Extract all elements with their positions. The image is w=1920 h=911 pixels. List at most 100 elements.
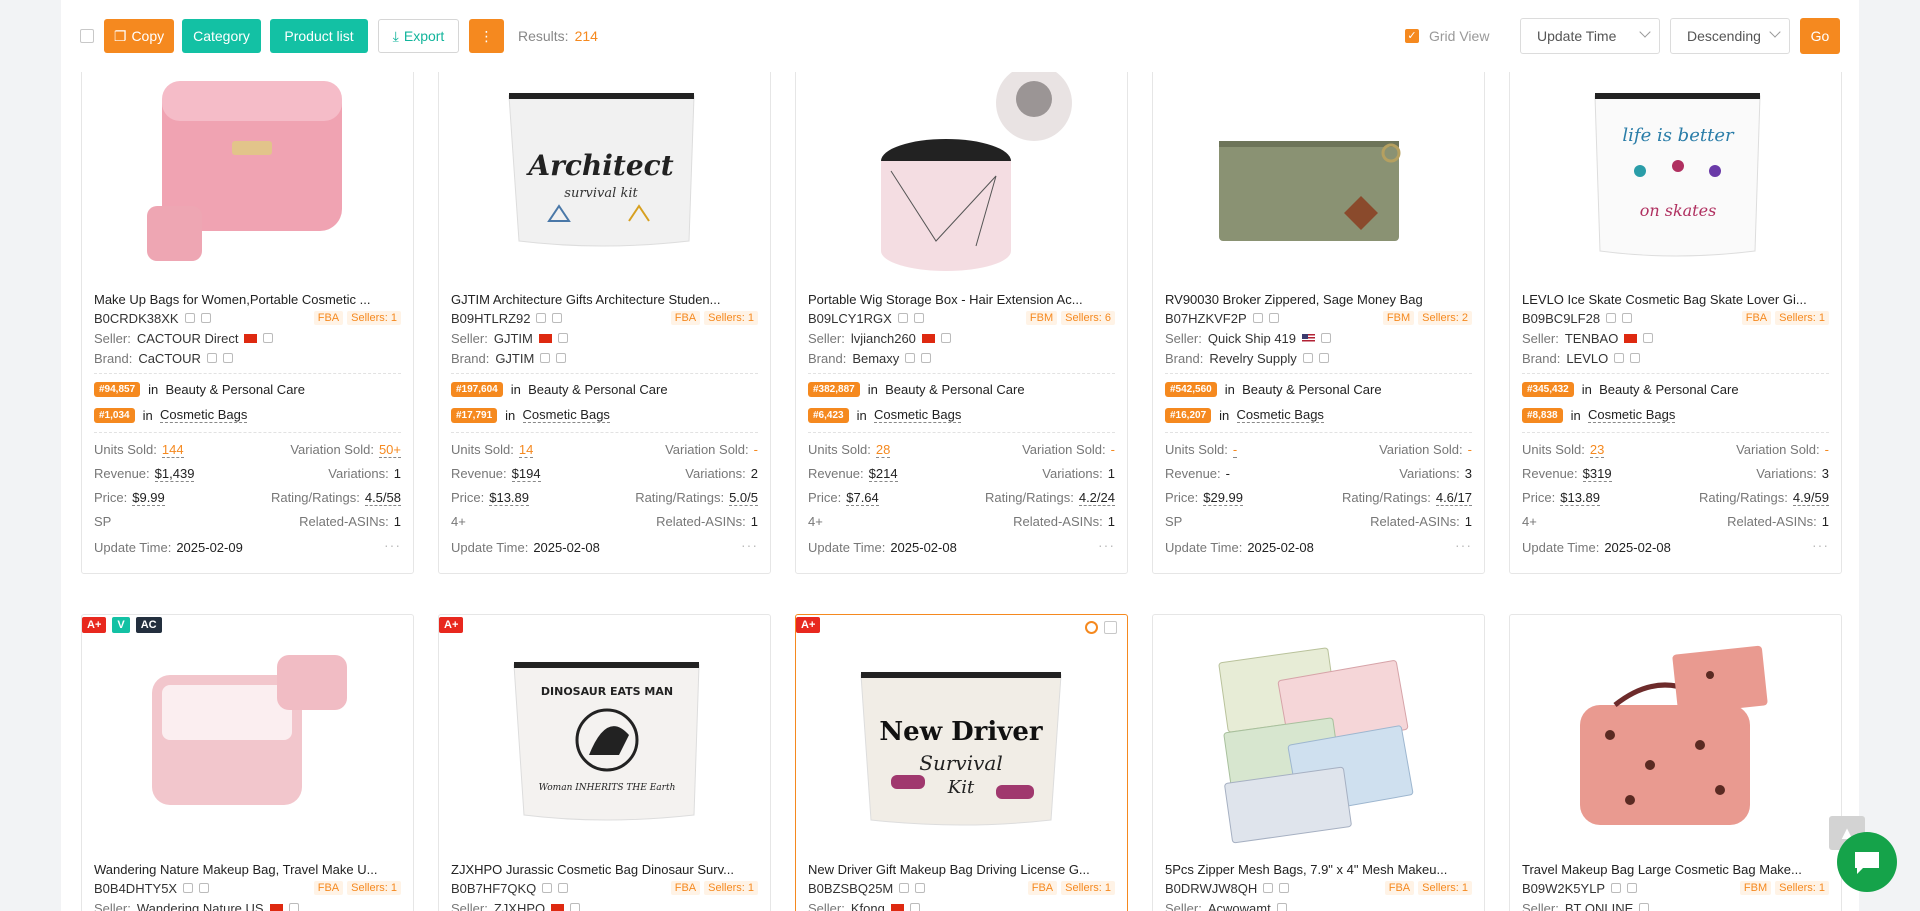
external-link-icon[interactable] bbox=[557, 333, 568, 343]
product-title[interactable]: 5Pcs Zipper Mesh Bags, 7.9" x 4" Mesh Ma… bbox=[1165, 862, 1475, 877]
asin-text[interactable]: B07HZKVF2P bbox=[1165, 311, 1247, 326]
external-link-icon[interactable] bbox=[1318, 353, 1329, 363]
product-title[interactable]: Wandering Nature Makeup Bag, Travel Make… bbox=[94, 862, 404, 877]
external-link-icon[interactable] bbox=[200, 313, 211, 323]
asin-text[interactable]: B09LCY1RGX bbox=[808, 311, 892, 326]
external-link-icon[interactable] bbox=[915, 883, 926, 893]
product-title[interactable]: GJTIM Architecture Gifts Architecture St… bbox=[451, 292, 761, 307]
seller-name[interactable]: lvjianch260 bbox=[851, 331, 916, 346]
product-title[interactable]: ZJXHPO Jurassic Cosmetic Bag Dinosaur Su… bbox=[451, 862, 761, 877]
product-title[interactable]: Portable Wig Storage Box - Hair Extensio… bbox=[808, 292, 1118, 307]
brand-name[interactable]: LEVLO bbox=[1566, 351, 1608, 366]
asin-text[interactable]: B0BZSBQ25M bbox=[808, 881, 893, 896]
category-link[interactable]: Cosmetic Bags bbox=[522, 407, 610, 423]
copy-icon[interactable] bbox=[897, 313, 908, 323]
seller-name[interactable]: CACTOUR Direct bbox=[137, 331, 239, 346]
product-title[interactable]: Make Up Bags for Women,Portable Cosmetic… bbox=[94, 292, 404, 307]
asin-text[interactable]: B09HTLRZ92 bbox=[451, 311, 530, 326]
product-card[interactable]: 5Pcs Zipper Mesh Bags, 7.9" x 4" Mesh Ma… bbox=[1152, 614, 1485, 911]
seller-name[interactable]: ZJXHPO bbox=[494, 901, 545, 911]
external-link-icon[interactable] bbox=[1627, 883, 1638, 893]
product-card[interactable]: A+ DINOSAUR EATS MAN Woman INHERITS THE … bbox=[438, 614, 771, 911]
external-link-icon[interactable] bbox=[1639, 903, 1650, 911]
copy-icon[interactable] bbox=[1302, 353, 1313, 363]
asin-text[interactable]: B0DRWJW8QH bbox=[1165, 881, 1257, 896]
brand-name[interactable]: Revelry Supply bbox=[1209, 351, 1296, 366]
more-dots-icon[interactable]: ··· bbox=[1812, 537, 1829, 553]
external-link-icon[interactable] bbox=[1276, 903, 1287, 911]
chat-button[interactable] bbox=[1837, 832, 1897, 892]
copy-icon[interactable] bbox=[536, 313, 547, 323]
copy-icon[interactable] bbox=[1611, 883, 1622, 893]
product-title[interactable]: RV90030 Broker Zippered, Sage Money Bag bbox=[1165, 292, 1475, 307]
seller-name[interactable]: GJTIM bbox=[494, 331, 533, 346]
product-title[interactable]: LEVLO Ice Skate Cosmetic Bag Skate Lover… bbox=[1522, 292, 1832, 307]
more-dots-icon[interactable]: ··· bbox=[1098, 537, 1115, 553]
external-link-icon[interactable] bbox=[913, 313, 924, 323]
asin-text[interactable]: B0CRDK38XK bbox=[94, 311, 179, 326]
category-button[interactable]: Category bbox=[182, 19, 261, 53]
external-link-icon[interactable] bbox=[199, 883, 210, 893]
external-link-icon[interactable] bbox=[556, 353, 567, 363]
seller-name[interactable]: Wandering Nature US bbox=[137, 901, 264, 911]
external-link-icon[interactable] bbox=[1643, 333, 1654, 343]
copy-icon[interactable] bbox=[1263, 883, 1274, 893]
brand-name[interactable]: GJTIM bbox=[495, 351, 534, 366]
external-link-icon[interactable] bbox=[558, 883, 569, 893]
export-button[interactable]: ⤓ Export bbox=[378, 19, 459, 53]
product-card[interactable]: life is better on skates LEVLO Ice Skate… bbox=[1509, 30, 1842, 574]
external-link-icon[interactable] bbox=[1622, 313, 1633, 323]
external-link-icon[interactable] bbox=[263, 333, 274, 343]
external-link-icon[interactable] bbox=[1279, 883, 1290, 893]
product-card[interactable]: Portable Wig Storage Box - Hair Extensio… bbox=[795, 30, 1128, 574]
seller-name[interactable]: Acwowamt bbox=[1208, 901, 1271, 911]
external-link-icon[interactable] bbox=[552, 313, 563, 323]
copy-icon[interactable] bbox=[1252, 313, 1263, 323]
more-menu-button[interactable]: ⋮ bbox=[469, 19, 504, 53]
select-all-checkbox[interactable] bbox=[80, 29, 94, 43]
copy-icon[interactable] bbox=[542, 883, 553, 893]
external-link-icon[interactable] bbox=[222, 353, 233, 363]
go-button[interactable]: Go bbox=[1800, 18, 1840, 54]
external-link-icon[interactable] bbox=[1321, 333, 1332, 343]
asin-text[interactable]: B0B4DHTY5X bbox=[94, 881, 177, 896]
seller-name[interactable]: Quick Ship 419 bbox=[1208, 331, 1296, 346]
more-dots-icon[interactable]: ··· bbox=[741, 537, 758, 553]
copy-icon[interactable] bbox=[905, 353, 916, 363]
external-link-icon[interactable] bbox=[909, 903, 920, 911]
category-link[interactable]: Cosmetic Bags bbox=[159, 407, 248, 423]
more-dots-icon[interactable]: ··· bbox=[384, 537, 401, 553]
sort-order-select[interactable]: Descending bbox=[1670, 18, 1790, 54]
asin-text[interactable]: B0B7HF7QKQ bbox=[451, 881, 536, 896]
category-link[interactable]: Cosmetic Bags bbox=[1587, 407, 1676, 423]
copy-icon[interactable] bbox=[1614, 353, 1625, 363]
product-title[interactable]: Travel Makeup Bag Large Cosmetic Bag Mak… bbox=[1522, 862, 1832, 877]
brand-name[interactable]: Bemaxy bbox=[852, 351, 899, 366]
product-card[interactable]: Architect survival kit GJTIM Architectur… bbox=[438, 30, 771, 574]
asin-text[interactable]: B09W2K5YLP bbox=[1522, 881, 1605, 896]
product-card[interactable]: Make Up Bags for Women,Portable Cosmetic… bbox=[81, 30, 414, 574]
external-link-icon[interactable] bbox=[940, 333, 951, 343]
category-link[interactable]: Cosmetic Bags bbox=[873, 407, 962, 423]
copy-icon[interactable] bbox=[899, 883, 910, 893]
asin-text[interactable]: B09BC9LF28 bbox=[1522, 311, 1600, 326]
product-card[interactable]: RV90030 Broker Zippered, Sage Money Bag … bbox=[1152, 30, 1485, 574]
external-link-icon[interactable] bbox=[1630, 353, 1641, 363]
seller-name[interactable]: Kfong bbox=[851, 901, 885, 911]
more-dots-icon[interactable]: ··· bbox=[1455, 537, 1472, 553]
grid-view-toggle[interactable]: ✓ Grid View bbox=[1405, 28, 1489, 44]
copy-icon[interactable] bbox=[206, 353, 217, 363]
brand-name[interactable]: CaCTOUR bbox=[138, 351, 201, 366]
external-link-icon[interactable] bbox=[570, 903, 581, 911]
external-link-icon[interactable] bbox=[921, 353, 932, 363]
product-list-button[interactable]: Product list bbox=[270, 19, 368, 53]
product-card[interactable]: Travel Makeup Bag Large Cosmetic Bag Mak… bbox=[1509, 614, 1842, 911]
product-card[interactable]: A+ V AC Wandering Nature Makeup Bag, Tra… bbox=[81, 614, 414, 911]
copy-icon[interactable] bbox=[183, 883, 194, 893]
external-link-icon[interactable] bbox=[1268, 313, 1279, 323]
seller-name[interactable]: TENBAO bbox=[1565, 331, 1618, 346]
external-link-icon[interactable] bbox=[288, 903, 299, 911]
product-card[interactable]: A+ New Driver Survival Kit New Driver Gi… bbox=[795, 614, 1128, 911]
copy-button[interactable]: ❐ Copy bbox=[104, 19, 174, 53]
copy-icon[interactable] bbox=[540, 353, 551, 363]
